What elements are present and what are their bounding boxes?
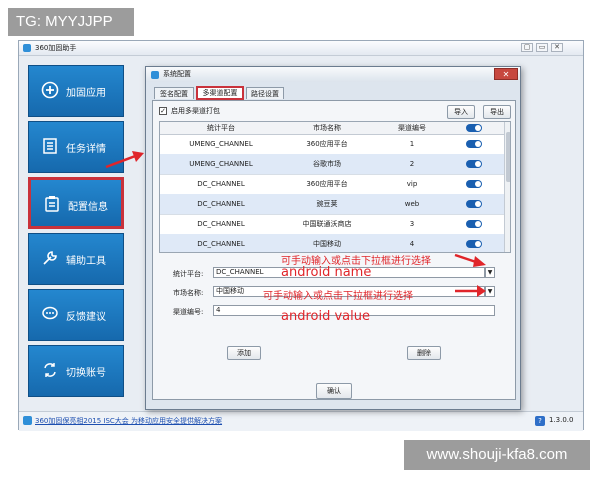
status-bar: 360加固保亮相2015 ISC大会 为移动应用安全提供解决方案 ? 1.3.0… xyxy=(19,411,583,431)
delete-button[interactable]: 删除 xyxy=(407,346,441,360)
sidebar-item-aux-tools[interactable]: 辅助工具 xyxy=(28,233,124,285)
manual-input-hint: 可手动输入或点击下拉框进行选择 xyxy=(263,291,413,302)
restore-button[interactable]: ▢ xyxy=(521,43,533,52)
header-market[interactable]: 市场名称 xyxy=(282,122,372,134)
import-button[interactable]: 导入 xyxy=(447,105,475,119)
android-name-annotation: android name xyxy=(281,265,372,280)
system-config-dialog: 系统配置 ✕ 签名配置 多渠道配置 路径设置 ✓ 启用多渠道打包 导入 导出 统… xyxy=(145,66,521,410)
enable-multichannel-checkbox[interactable]: ✓ xyxy=(159,107,167,115)
wrench-icon xyxy=(43,251,57,265)
cell-platform: UMENG_CHANNEL xyxy=(189,140,253,148)
cell-market: 谷歌市场 xyxy=(313,160,341,168)
site-watermark: www.shouji-kfa8.com xyxy=(404,440,590,470)
speaker-icon xyxy=(23,416,32,425)
add-button[interactable]: 添加 xyxy=(227,346,261,360)
sidebar-item-harden-app[interactable]: 加固应用 xyxy=(28,65,124,117)
app-title: 360加固助手 xyxy=(35,44,77,52)
version-label: 1.3.0.0 xyxy=(549,416,574,424)
row-toggle-switch[interactable] xyxy=(466,220,482,228)
row-toggle-switch[interactable] xyxy=(466,140,482,148)
row-toggle-switch[interactable] xyxy=(466,200,482,208)
config-clipboard-icon xyxy=(45,196,59,212)
table-row[interactable]: UMENG_CHANNEL 谷歌市场 2 xyxy=(160,154,504,175)
help-button[interactable]: ? xyxy=(535,416,545,426)
dialog-title: 系统配置 xyxy=(163,70,191,78)
cell-platform: DC_CHANNEL xyxy=(197,220,245,228)
tab-multi-channel[interactable]: 多渠道配置 xyxy=(196,86,244,100)
red-hint-arrow xyxy=(455,285,486,297)
cell-channel: vip xyxy=(406,180,418,188)
table-row[interactable]: UMENG_CHANNEL 360应用平台 1 xyxy=(160,134,504,155)
confirm-button[interactable]: 确认 xyxy=(316,383,352,399)
sidebar-item-switch-account[interactable]: 切换账号 xyxy=(28,345,124,397)
sidebar-item-label: 任务详情 xyxy=(66,144,106,155)
sidebar-item-label: 切换账号 xyxy=(66,368,106,379)
tab-path[interactable]: 路径设置 xyxy=(246,87,284,99)
cell-platform: DC_CHANNEL xyxy=(197,180,245,188)
market-label: 市场名称: xyxy=(173,289,204,297)
pointer-arrow xyxy=(105,151,144,169)
multi-channel-panel: ✓ 启用多渠道打包 导入 导出 统计平台 市场名称 渠道编号 UMENG_CHA… xyxy=(152,100,516,400)
dialog-close-button[interactable]: ✕ xyxy=(494,68,518,80)
cell-market: 豌豆荚 xyxy=(316,200,338,208)
red-hint-arrow xyxy=(454,253,486,267)
table-row[interactable]: DC_CHANNEL 360应用平台 vip xyxy=(160,174,504,195)
header-channel[interactable]: 渠道编号 xyxy=(372,122,452,134)
cell-market: 360应用平台 xyxy=(306,180,348,188)
app-titlebar: 360加固助手 ▢ ▭ ✕ xyxy=(19,41,583,56)
cell-platform: DC_CHANNEL xyxy=(197,200,245,208)
dialog-logo-icon xyxy=(151,71,159,79)
document-list-icon xyxy=(43,138,57,154)
table-row[interactable]: DC_CHANNEL 中国移动 4 xyxy=(160,234,504,252)
sidebar-item-label: 加固应用 xyxy=(66,88,106,99)
minimize-button[interactable]: ▭ xyxy=(536,43,548,52)
export-button[interactable]: 导出 xyxy=(483,105,511,119)
tab-signature[interactable]: 签名配置 xyxy=(154,87,194,99)
sidebar-item-label: 配置信息 xyxy=(68,202,108,213)
cell-channel: 2 xyxy=(409,160,415,168)
switch-account-icon xyxy=(44,363,56,377)
sidebar-item-label: 反馈建议 xyxy=(66,312,106,323)
channel-label: 渠道编号: xyxy=(173,308,204,316)
cell-platform: UMENG_CHANNEL xyxy=(189,160,253,168)
chat-bubble-icon xyxy=(42,306,58,320)
channel-table: 统计平台 市场名称 渠道编号 UMENG_CHANNEL 360应用平台 1 U… xyxy=(159,121,511,253)
row-toggle-switch[interactable] xyxy=(466,240,482,248)
close-button[interactable]: ✕ xyxy=(551,43,563,52)
sidebar-item-config-info[interactable]: 配置信息 xyxy=(28,177,124,229)
cell-platform: DC_CHANNEL xyxy=(197,240,245,248)
cell-channel: 1 xyxy=(409,140,415,148)
row-toggle-switch[interactable] xyxy=(466,160,482,168)
plus-circle-icon xyxy=(41,81,59,99)
cell-market: 中国联通沃商店 xyxy=(302,220,352,228)
table-scrollbar[interactable] xyxy=(504,122,510,252)
sidebar-item-feedback[interactable]: 反馈建议 xyxy=(28,289,124,341)
table-row[interactable]: DC_CHANNEL 中国联通沃商店 3 xyxy=(160,214,504,235)
news-link[interactable]: 360加固保亮相2015 ISC大会 为移动应用安全提供解决方案 xyxy=(35,416,222,426)
platform-label: 统计平台: xyxy=(173,270,204,278)
cell-channel: web xyxy=(404,200,420,208)
android-value-annotation: android value xyxy=(281,309,370,324)
toggle-all-switch[interactable] xyxy=(466,124,482,132)
dialog-titlebar: 系统配置 ✕ xyxy=(146,67,520,82)
cell-channel: 3 xyxy=(409,220,415,228)
table-row[interactable]: DC_CHANNEL 豌豆荚 web xyxy=(160,194,504,215)
header-platform[interactable]: 统计平台 xyxy=(160,122,282,134)
row-toggle-switch[interactable] xyxy=(466,180,482,188)
cell-market: 360应用平台 xyxy=(306,140,348,148)
sidebar-item-label: 辅助工具 xyxy=(66,256,106,267)
app-logo-icon xyxy=(23,44,31,52)
cell-market: 中国移动 xyxy=(313,240,341,248)
checkbox-label: 启用多渠道打包 xyxy=(171,107,220,115)
tg-tag: TG: MYYJJPP xyxy=(8,8,134,36)
scrollbar-thumb[interactable] xyxy=(506,132,510,182)
cell-channel: 4 xyxy=(409,240,415,248)
